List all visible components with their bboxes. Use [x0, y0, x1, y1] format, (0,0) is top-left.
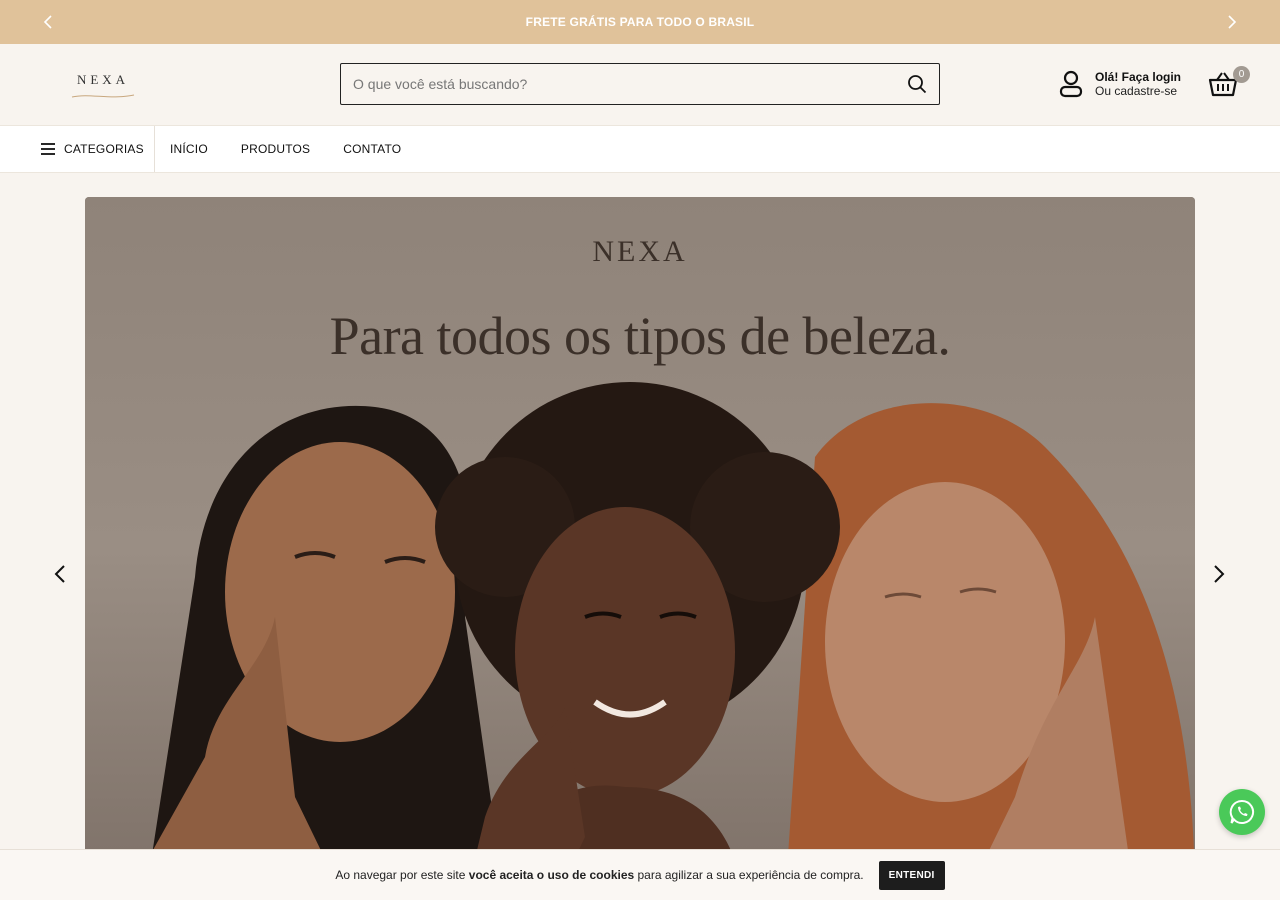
cart-button[interactable]: 0 [1208, 66, 1250, 102]
chevron-left-icon [43, 15, 52, 29]
search-button[interactable] [895, 64, 939, 104]
chevron-right-icon [1214, 565, 1225, 583]
search-box [340, 63, 940, 105]
hero-image [85, 197, 1195, 900]
cookie-text: Ao navegar por este site você aceita o u… [335, 868, 864, 882]
announcement-bar: FRETE GRÁTIS PARA TODO O BRASIL [0, 0, 1280, 44]
main-nav: CATEGORIAS INÍCIO PRODUTOS CONTATO [0, 125, 1280, 173]
nav-link-contato[interactable]: CONTATO [343, 142, 401, 156]
hero-prev-button[interactable] [48, 562, 72, 586]
hero-banner[interactable]: NEXA Para todos os tipos de beleza. [85, 197, 1195, 900]
nav-link-inicio[interactable]: INÍCIO [170, 142, 208, 156]
hero-section: NEXA Para todos os tipos de beleza. [0, 173, 1280, 900]
announcement-prev-button[interactable] [38, 12, 58, 32]
hero-title: Para todos os tipos de beleza. [329, 306, 951, 366]
logo-swoosh [71, 94, 135, 98]
logo-text: NEXA [76, 72, 130, 87]
cookie-banner: Ao navegar por este site você aceita o u… [0, 849, 1280, 900]
whatsapp-icon [1229, 799, 1255, 824]
nav-link-produtos[interactable]: PRODUTOS [241, 142, 310, 156]
site-header: NEXA Olá! Faça login Ou cadastre-se 0 [0, 44, 1280, 125]
categories-label: CATEGORIAS [64, 142, 144, 156]
hamburger-icon [41, 143, 55, 155]
account-register-text: Ou cadastre-se [1095, 84, 1178, 98]
announcement-next-button[interactable] [1222, 12, 1242, 32]
hero-next-button[interactable] [1207, 562, 1231, 586]
chevron-left-icon [54, 565, 65, 583]
site-logo[interactable]: NEXA [70, 72, 136, 98]
hero-brand: NEXA [592, 235, 688, 268]
cookie-accept-button[interactable]: ENTENDI [878, 860, 945, 890]
search-input[interactable] [341, 64, 895, 104]
announcement-text: FRETE GRÁTIS PARA TODO O BRASIL [525, 15, 755, 29]
account-greeting: Olá! Faça login [1095, 70, 1182, 84]
whatsapp-button[interactable] [1219, 789, 1265, 835]
chevron-right-icon [1228, 15, 1237, 29]
account-link[interactable]: Olá! Faça login Ou cadastre-se [1058, 70, 1181, 98]
cart-count-badge: 0 [1233, 66, 1250, 83]
user-icon [1059, 70, 1083, 98]
search-icon [908, 75, 927, 94]
categories-menu-button[interactable]: CATEGORIAS [0, 126, 155, 172]
